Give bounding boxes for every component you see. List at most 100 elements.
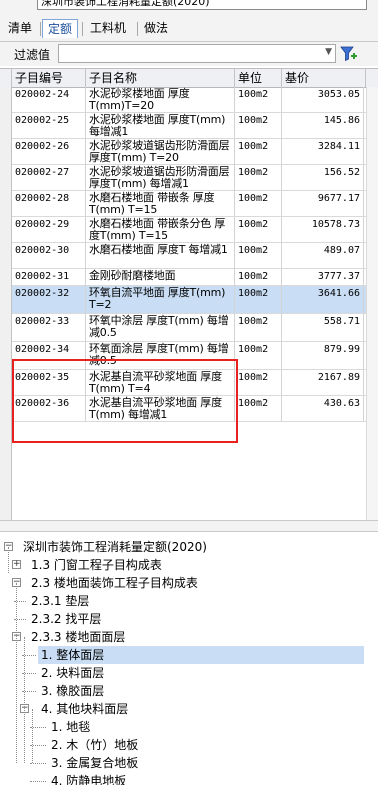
- filter-icon[interactable]: [340, 45, 358, 63]
- tree-node[interactable]: 2. 块料面层: [0, 664, 378, 682]
- table-row[interactable]: 020002-28 水磨石楼地面 带嵌条 厚度T(mm) T=15 100m2 967…: [0, 191, 378, 217]
- chapter-tree: − 深圳市装饰工程消耗量定额(2020) +1.3 门窗工程子目构成表 −2.3 楼地…: [0, 533, 378, 785]
- cell-name: 环氧自流平地面 厚度T(mm) T=2: [86, 286, 235, 313]
- tab-bar: 清单 定额 工料机 做法: [0, 17, 378, 42]
- tree-connector: [30, 763, 46, 764]
- table-row[interactable]: 020002-34 环氧面涂层 厚度T(mm) 每增减0.5 100m2 879.99: [0, 342, 378, 370]
- cell-price: 430.63: [282, 396, 364, 421]
- cell-code: 020002-27: [12, 165, 86, 190]
- cell-code: 020002-26: [12, 139, 86, 164]
- tree-node[interactable]: 3. 橡胶面层: [0, 682, 378, 700]
- quota-selector-bar: 深圳市装饰工程消耗量定额(2020): [0, 0, 378, 17]
- column-header-price[interactable]: 基价: [282, 69, 366, 87]
- tree-node-label: 2.3.1 垫层: [31, 594, 90, 608]
- cell-unit: 100m2: [235, 370, 282, 395]
- table-row[interactable]: 020002-33 环氧中涂层 厚度T(mm) 每增减0.5 100m2 558.71: [0, 314, 378, 342]
- cell-code: 020002-30: [12, 243, 86, 268]
- tree-node[interactable]: 2.3.2 找平层: [0, 610, 378, 628]
- cell-price: 10578.73: [282, 217, 364, 242]
- cell-name: 水泥砂浆楼地面 厚度T(mm)每增减1: [86, 113, 235, 138]
- table-row[interactable]: 020002-36 水泥基自流平砂浆地面 厚度T(mm) 每增减1 100m2 430…: [0, 396, 378, 422]
- tree-node[interactable]: 1. 地毯: [0, 718, 378, 736]
- tree-node[interactable]: −4. 其他块料面层: [0, 700, 378, 718]
- tree-guide-line: [24, 637, 25, 763]
- tree-node-label: 3. 橡胶面层: [41, 684, 105, 698]
- tree-node[interactable]: 1. 整体面层: [0, 646, 378, 664]
- cell-price: 3777.37: [282, 269, 364, 285]
- quota-library-dropdown[interactable]: 深圳市装饰工程消耗量定额(2020): [37, 0, 367, 10]
- tree-node[interactable]: −2.3 楼地面装饰工程子目构成表: [0, 574, 378, 592]
- tab-labor-material-machine[interactable]: 工料机: [85, 19, 131, 38]
- cell-unit: 100m2: [235, 342, 282, 369]
- panel-splitter[interactable]: [0, 520, 378, 532]
- tree-node[interactable]: +1.3 门窗工程子目构成表: [0, 556, 378, 574]
- tab-separator: [137, 22, 138, 36]
- cell-code: 020002-34: [12, 342, 86, 369]
- table-row[interactable]: 020002-29 水磨石楼地面 带嵌条分色 厚度T(mm) T=15 100m2 1…: [0, 217, 378, 243]
- cell-unit: 100m2: [235, 286, 282, 313]
- table-row[interactable]: 020002-32 环氧自流平地面 厚度T(mm) T=2 100m2 3641.66…: [0, 286, 378, 314]
- column-header-unit[interactable]: 单位: [235, 69, 282, 87]
- tree-node-label: 2.3.2 找平层: [31, 612, 102, 626]
- cell-price: 3053.05: [282, 87, 364, 112]
- cell-price: 489.07: [282, 243, 364, 268]
- tree-node[interactable]: 4. 防静电地板: [0, 772, 378, 785]
- table-row[interactable]: 020002-25 水泥砂浆楼地面 厚度T(mm)每增减1 100m2 145.86: [0, 113, 378, 139]
- cell-code: 020002-36: [12, 396, 86, 421]
- cell-unit: 100m2: [235, 165, 282, 190]
- cell-price: 3284.11: [282, 139, 364, 164]
- cell-price: 156.52: [282, 165, 364, 190]
- cell-code: 020002-28: [12, 191, 86, 216]
- filter-bar: 过滤值 ▼: [0, 42, 378, 66]
- cell-price: 3641.66: [282, 286, 364, 313]
- cell-name: 水泥基自流平砂浆地面 厚度T(mm) T=4: [86, 370, 235, 395]
- cell-unit: 100m2: [235, 314, 282, 341]
- cell-price: 145.86: [282, 113, 364, 138]
- table-row[interactable]: 020002-31 金刚砂耐磨楼地面 100m2 3777.37: [0, 269, 378, 286]
- table-row[interactable]: 020002-27 水泥砂浆坡道锯齿形防滑面层 厚度T(mm) 每增减1 100m2…: [0, 165, 378, 191]
- tree-node[interactable]: 3. 金属复合地板: [0, 754, 378, 772]
- tree-connector: [30, 781, 46, 782]
- column-header-code[interactable]: 子目编号: [12, 69, 86, 87]
- cell-code: 020002-29: [12, 217, 86, 242]
- tree-node-label: 2.3.3 楼地面面层: [31, 630, 126, 644]
- expand-icon[interactable]: +: [12, 560, 21, 569]
- tree-node[interactable]: − 深圳市装饰工程消耗量定额(2020): [0, 538, 378, 556]
- quota-table: 子目编号 子目名称 单位 基价 020002-24 水泥砂浆楼地面 厚度T(mm)…: [0, 68, 378, 521]
- table-row[interactable]: 020002-26 水泥砂浆坡道锯齿形防滑面层 厚度T(mm) T=20 100m2…: [0, 139, 378, 165]
- column-header-name[interactable]: 子目名称: [86, 69, 235, 87]
- tree-node-label: 2. 块料面层: [41, 666, 105, 680]
- cell-name: 环氧中涂层 厚度T(mm) 每增减0.5: [86, 314, 235, 341]
- table-row[interactable]: 020002-30 水磨石楼地面 厚度T 每增减1 100m2 489.07: [0, 243, 378, 269]
- cell-price: 9677.17: [282, 191, 364, 216]
- table-row[interactable]: 020002-35 水泥基自流平砂浆地面 厚度T(mm) T=4 100m2 2167…: [0, 370, 378, 396]
- tab-bill[interactable]: 清单: [3, 19, 37, 38]
- tree-node-label: 3. 金属复合地板: [51, 756, 139, 770]
- filter-label: 过滤值: [14, 48, 51, 62]
- tab-separator: [82, 22, 83, 36]
- cell-name: 水泥砂浆楼地面 厚度T(mm)T=20: [86, 87, 235, 112]
- tree-node-label: 4. 其他块料面层: [41, 702, 129, 716]
- cell-code: 020002-25: [12, 113, 86, 138]
- table-header: 子目编号 子目名称 单位 基价: [0, 69, 378, 88]
- table-row[interactable]: 020002-24 水泥砂浆楼地面 厚度T(mm)T=20 100m2 3053.05: [0, 87, 378, 113]
- chevron-down-icon[interactable]: ▼: [325, 47, 332, 57]
- vertical-scrollbar[interactable]: [366, 87, 378, 521]
- filter-input[interactable]: ▼: [58, 44, 336, 63]
- tree-guide-line: [8, 547, 9, 573]
- cell-unit: 100m2: [235, 139, 282, 164]
- cell-price: 879.99: [282, 342, 364, 369]
- tree-node[interactable]: 2.3.1 垫层: [0, 592, 378, 610]
- tab-method[interactable]: 做法: [139, 19, 173, 38]
- tree-node-label: 1. 整体面层: [38, 646, 364, 664]
- tree-guide-line: [32, 709, 33, 763]
- tree-node[interactable]: 2. 木（竹）地板: [0, 736, 378, 754]
- cell-name: 水磨石楼地面 带嵌条 厚度T(mm) T=15: [86, 191, 235, 216]
- cell-unit: 100m2: [235, 269, 282, 285]
- tree-node[interactable]: −2.3.3 楼地面面层: [0, 628, 378, 646]
- cell-unit: 100m2: [235, 87, 282, 112]
- cell-code: 020002-31: [12, 269, 86, 285]
- tab-quota[interactable]: 定额: [42, 19, 79, 38]
- cell-name: 水泥基自流平砂浆地面 厚度T(mm) 每增减1: [86, 396, 235, 421]
- row-number-column: [0, 87, 12, 521]
